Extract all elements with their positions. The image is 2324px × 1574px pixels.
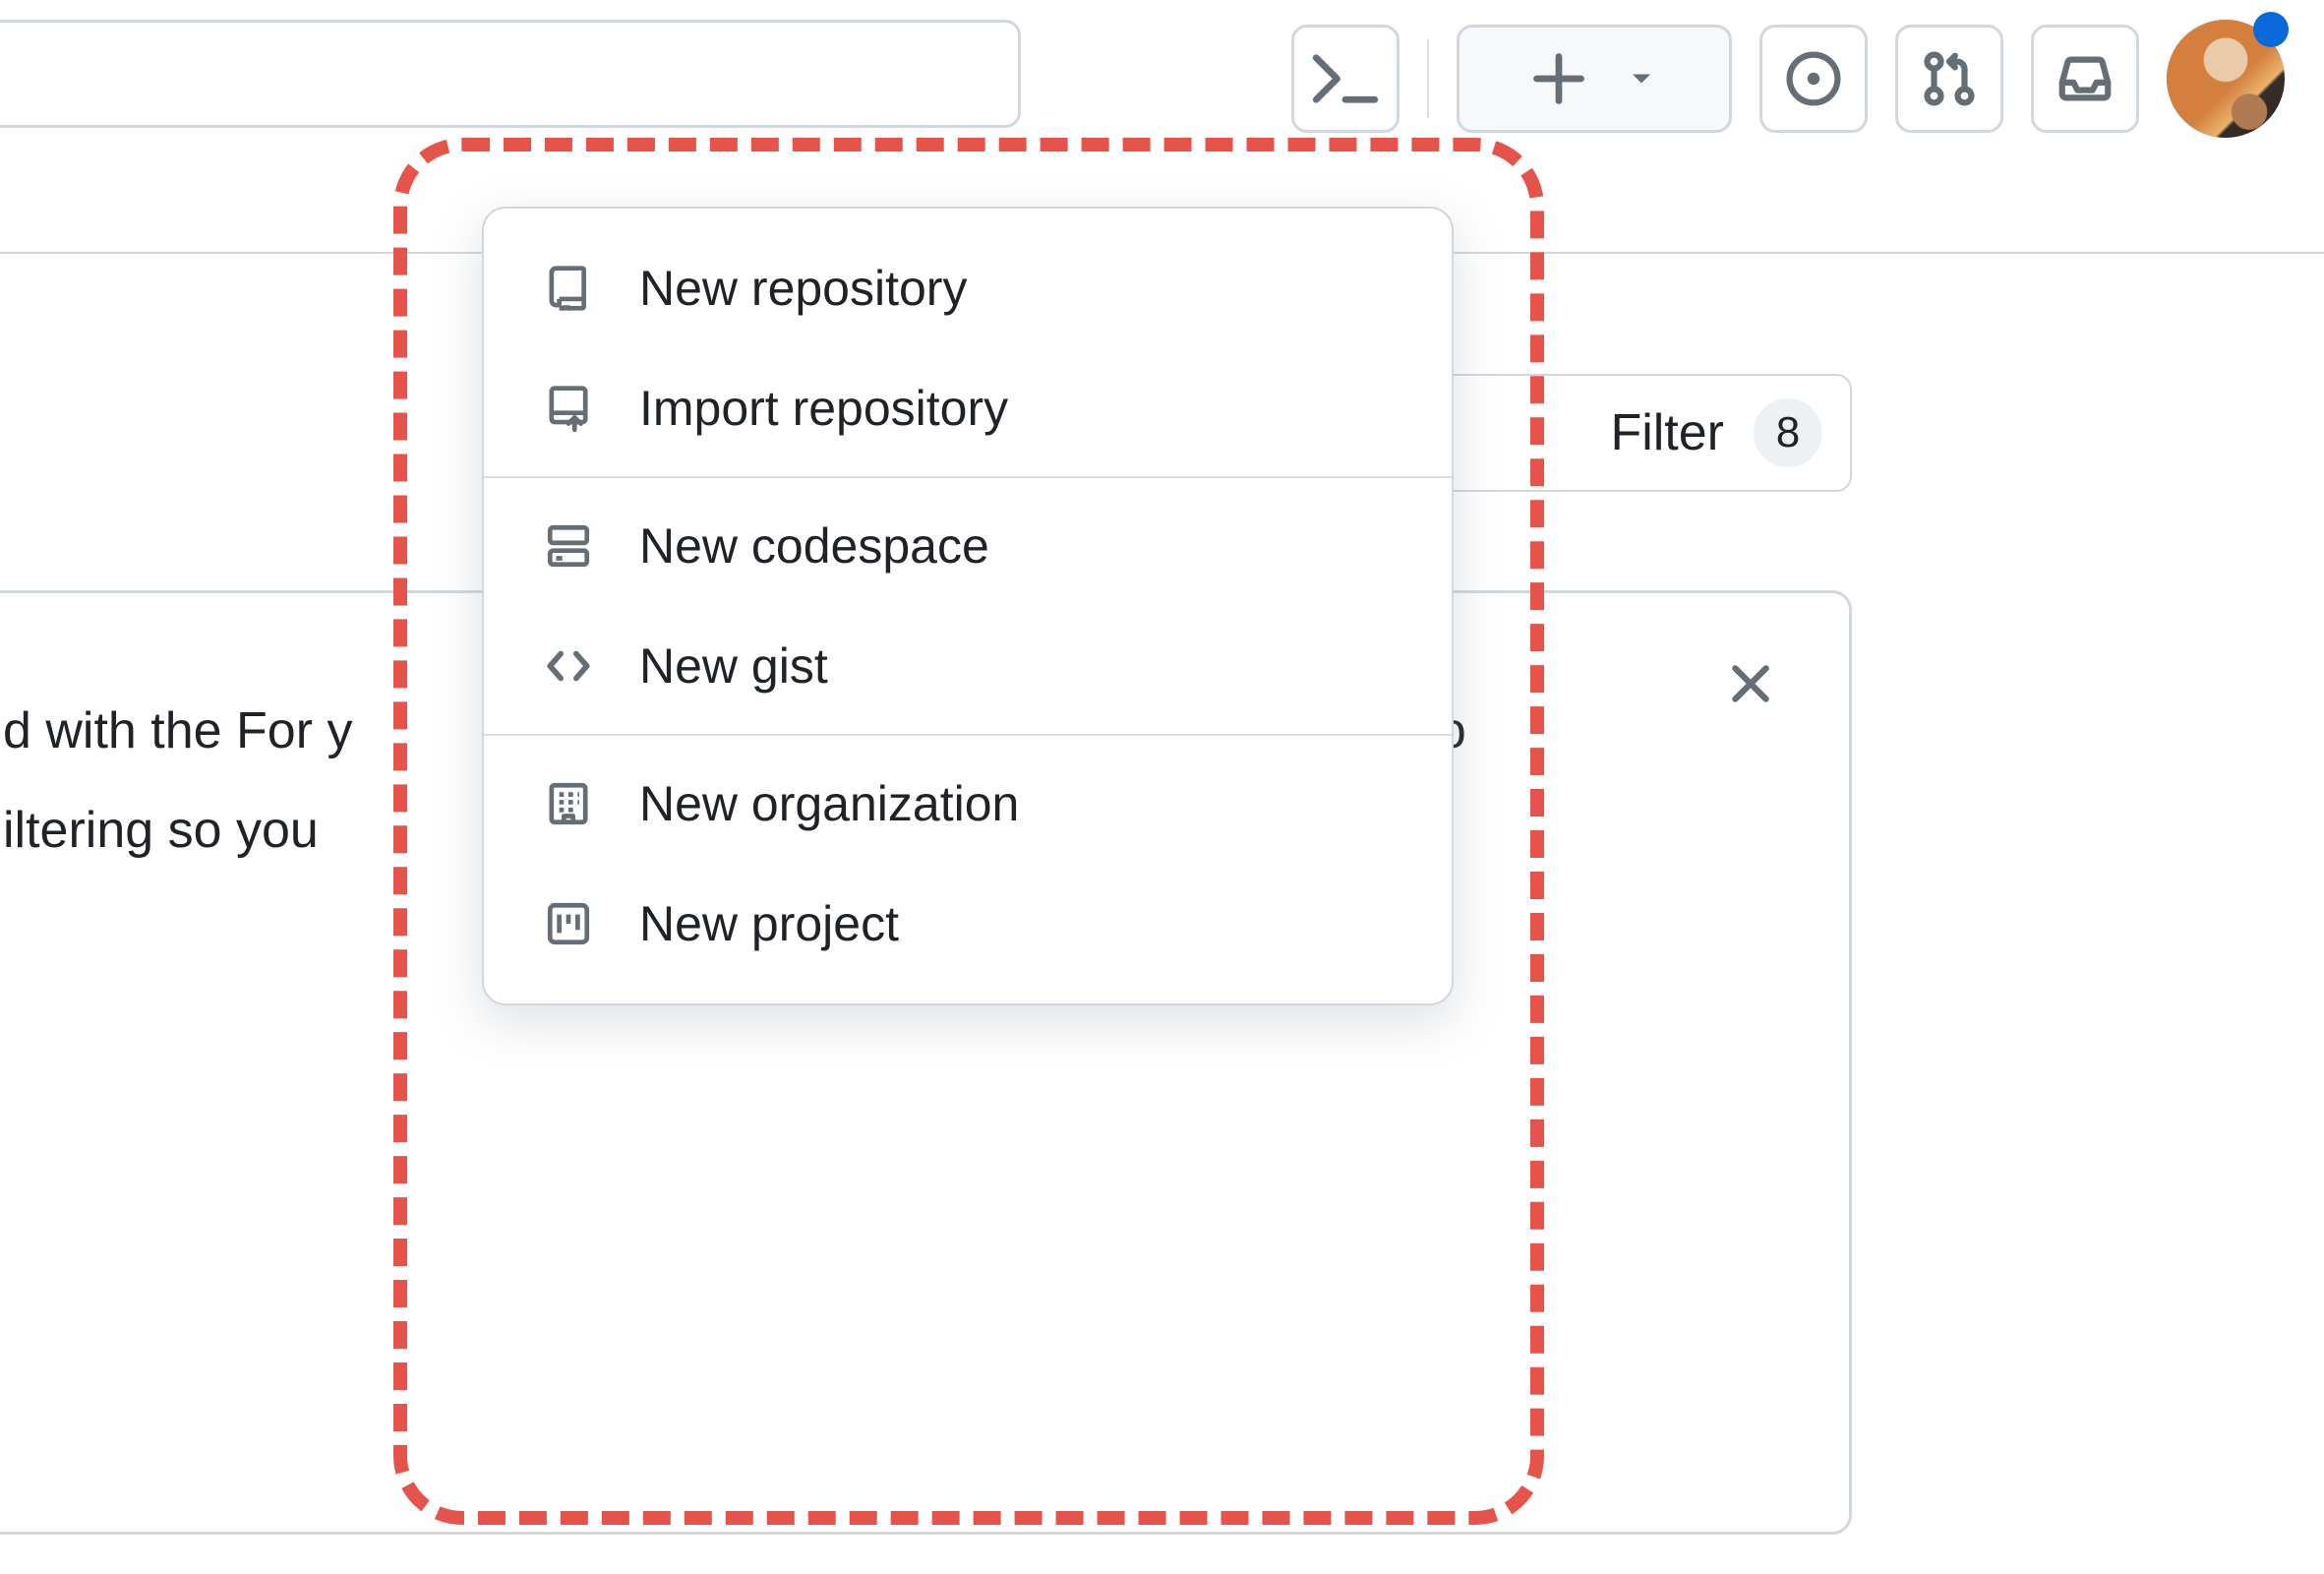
triangle-down-icon: [1624, 61, 1659, 96]
menu-item-new-project[interactable]: New project: [484, 864, 1452, 984]
menu-item-import-repository[interactable]: Import repository: [484, 348, 1452, 468]
close-button[interactable]: [1723, 656, 1778, 711]
git-pull-request-icon: [1919, 48, 1980, 109]
repo-icon: [541, 261, 596, 316]
issue-opened-icon: [1783, 48, 1844, 109]
header-divider: [1427, 39, 1429, 118]
menu-item-label: New codespace: [639, 517, 989, 575]
pull-requests-button[interactable]: [1895, 25, 2003, 133]
codespaces-icon: [541, 518, 596, 574]
notification-dot-icon: [2253, 12, 2289, 47]
menu-item-label: New repository: [639, 260, 967, 317]
close-icon: [1726, 659, 1775, 708]
notifications-button[interactable]: [2031, 25, 2139, 133]
inbox-icon: [2055, 48, 2115, 109]
menu-separator: [484, 734, 1452, 736]
filter-label: Filter: [1610, 403, 1724, 462]
organization-icon: [541, 776, 596, 831]
project-icon: [541, 896, 596, 951]
menu-item-label: New organization: [639, 775, 1019, 832]
menu-item-new-repository[interactable]: New repository: [484, 228, 1452, 348]
card-text-frag-1: d with the For y: [3, 702, 352, 759]
plus-icon: [1529, 49, 1588, 108]
feed-filter-button[interactable]: Filter 8: [1439, 374, 1852, 492]
search-input[interactable]: [0, 20, 1021, 128]
menu-item-label: New gist: [639, 637, 828, 695]
filter-count-badge: 8: [1754, 398, 1822, 467]
command-palette-button[interactable]: [1291, 25, 1400, 133]
user-avatar[interactable]: [2167, 20, 2285, 138]
menu-item-new-organization[interactable]: New organization: [484, 744, 1452, 864]
code-icon: [541, 638, 596, 694]
menu-item-new-codespace[interactable]: New codespace: [484, 486, 1452, 606]
menu-item-new-gist[interactable]: New gist: [484, 606, 1452, 726]
create-new-menu: New repository Import repository New cod…: [482, 207, 1454, 1005]
header-actions: [1291, 20, 2285, 138]
menu-item-label: New project: [639, 895, 899, 952]
menu-separator: [484, 476, 1452, 478]
card-text-frag-3: iltering so you: [3, 802, 332, 859]
repo-push-icon: [541, 381, 596, 436]
create-new-button[interactable]: [1457, 25, 1732, 133]
terminal-icon: [1312, 45, 1379, 112]
menu-item-label: Import repository: [639, 380, 1008, 437]
issues-button[interactable]: [1759, 25, 1868, 133]
